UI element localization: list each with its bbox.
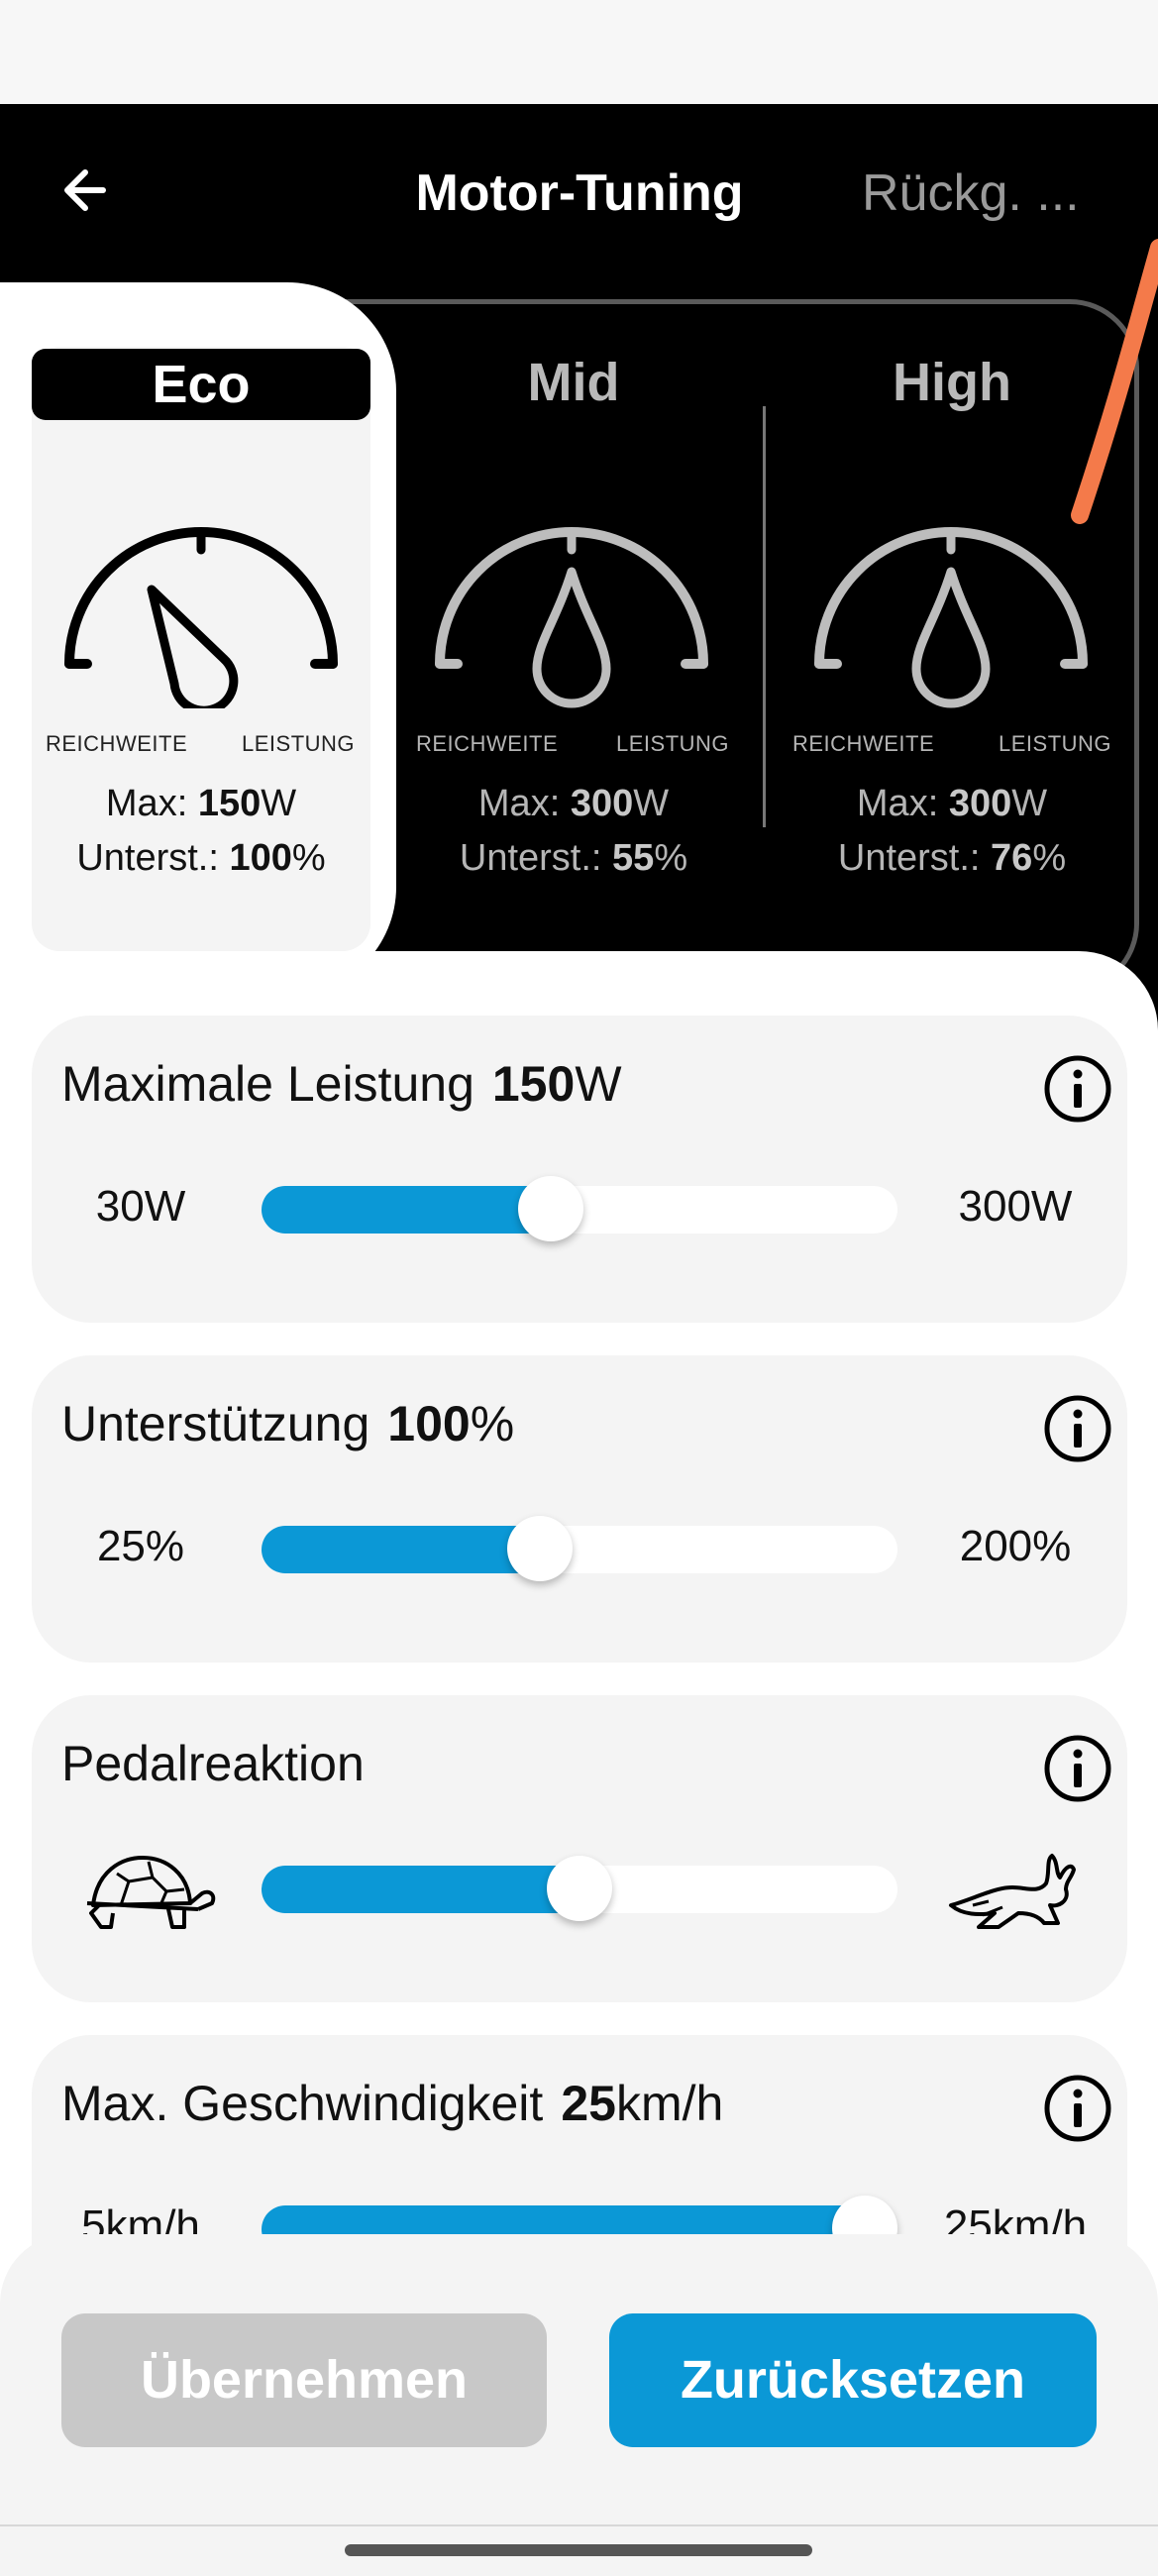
slider-knob[interactable] — [518, 1176, 583, 1241]
setting-title: Pedalreaktion — [61, 1736, 365, 1791]
info-icon[interactable] — [1042, 1393, 1113, 1464]
undo-button[interactable]: Rückg. ... — [862, 163, 1149, 223]
setting-title: Maximale Leistung 150W — [61, 1056, 622, 1112]
max-power-slider[interactable] — [262, 1176, 897, 1241]
support-slider[interactable] — [262, 1516, 897, 1581]
slider-fill — [262, 1866, 579, 1913]
divider — [0, 2524, 1158, 2526]
gauge-eco-icon — [64, 527, 338, 708]
pedal-reaction-slider[interactable] — [262, 1856, 897, 1921]
apply-button[interactable]: Übernehmen — [61, 2313, 547, 2447]
mid-support: Unterst.: 55% — [459, 837, 688, 879]
high-power-label: LEISTUNG — [999, 731, 1112, 756]
gauge-high-icon — [814, 527, 1088, 708]
mode-divider — [763, 406, 766, 827]
high-range-label: REICHWEITE — [792, 731, 935, 756]
setting-support: Unterstützung 100% 25% 200% — [32, 1355, 1127, 1663]
mode-eco-label[interactable]: Eco — [32, 349, 370, 420]
home-indicator[interactable] — [345, 2544, 812, 2556]
mid-range-label: REICHWEITE — [416, 731, 559, 756]
slider-min-label: 30W — [95, 1182, 186, 1231]
high-max: Max: 300W — [856, 783, 1048, 824]
eco-support: Unterst.: 100% — [76, 837, 326, 879]
slider-max-label: 200% — [959, 1522, 1072, 1570]
arrow-left-icon — [64, 169, 106, 211]
slider-knob[interactable] — [507, 1516, 573, 1581]
slider-knob[interactable] — [547, 1856, 612, 1921]
reset-button[interactable]: Zurücksetzen — [609, 2313, 1097, 2447]
mid-max: Max: 300W — [477, 783, 670, 824]
mode-mid-label[interactable]: Mid — [404, 352, 743, 413]
info-icon[interactable] — [1042, 2073, 1113, 2144]
setting-pedal-reaction: Pedalreaktion — [32, 1695, 1127, 2002]
slider-min-label: 25% — [96, 1522, 185, 1570]
eco-power-label: LEISTUNG — [242, 731, 356, 756]
info-icon[interactable] — [1042, 1733, 1113, 1804]
gauge-mid-icon — [435, 527, 708, 708]
back-button[interactable] — [59, 159, 139, 228]
turtle-icon — [86, 1856, 216, 1929]
high-support: Unterst.: 76% — [837, 837, 1067, 879]
mode-high-label[interactable]: High — [783, 352, 1121, 413]
rabbit-icon — [949, 1854, 1076, 1929]
page-title: Motor-Tuning — [415, 164, 744, 222]
status-bar — [0, 0, 1158, 104]
mid-power-label: LEISTUNG — [616, 731, 730, 756]
setting-title: Max. Geschwindigkeit 25km/h — [61, 2076, 724, 2131]
eco-range-label: REICHWEITE — [46, 731, 188, 756]
slider-fill — [262, 1186, 551, 1234]
info-icon[interactable] — [1042, 1053, 1113, 1125]
eco-max: Max: 150W — [105, 783, 297, 824]
setting-title: Unterstützung 100% — [61, 1396, 515, 1451]
setting-max-power: Maximale Leistung 150W 30W 300W — [32, 1016, 1127, 1323]
slider-max-label: 300W — [958, 1182, 1073, 1231]
slider-fill — [262, 1526, 540, 1573]
